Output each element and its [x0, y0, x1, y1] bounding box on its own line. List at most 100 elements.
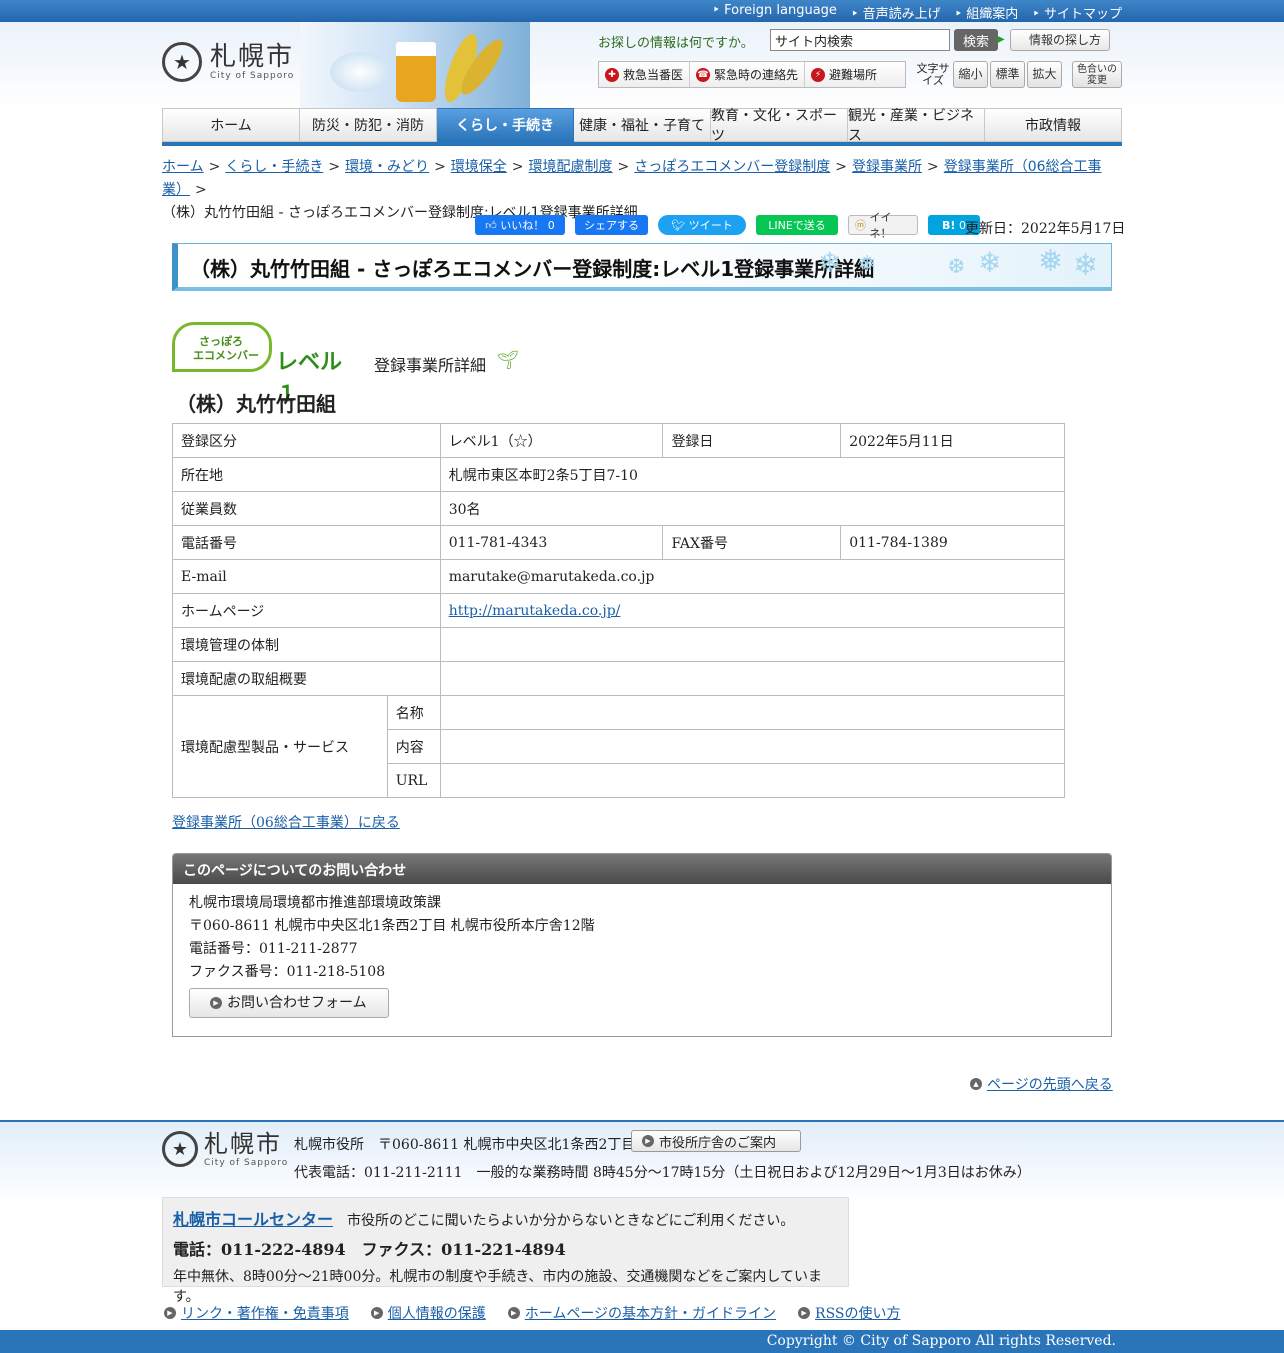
- search-howto-button[interactable]: 情報の探し方: [997, 29, 1111, 51]
- table-row: 環境配慮型製品・サービス 名称: [172, 695, 1066, 798]
- hatena-icon: B!: [942, 218, 956, 232]
- nav-education[interactable]: 教育・文化・スポーツ: [711, 108, 848, 144]
- address-label: 所在地: [172, 457, 441, 492]
- employees-value: 30名: [439, 491, 1066, 526]
- top-links: Foreign language 音声読み上げ 組織案内 サイトマップ: [712, 3, 1122, 22]
- line-share-button[interactable]: LINEで送る: [756, 215, 838, 235]
- phone-icon: ☎: [696, 67, 711, 82]
- color-change-button[interactable]: 色合いの変更: [1072, 61, 1122, 88]
- foreign-language-link[interactable]: Foreign language: [712, 3, 837, 22]
- phone-label: 電話番号: [172, 525, 441, 560]
- arrow-right-icon: ▶: [370, 1307, 383, 1319]
- breadcrumb-link[interactable]: ホーム: [162, 159, 204, 175]
- city-emblem-icon: ★: [162, 42, 202, 82]
- product-url-label: URL: [386, 763, 441, 798]
- sitemap-link[interactable]: サイトマップ: [1032, 3, 1122, 22]
- nav-tourism[interactable]: 観光・産業・ビジネス: [848, 108, 985, 144]
- snowflake-icon: ❅: [1038, 244, 1064, 279]
- reg-date-value: 2022年5月11日: [840, 423, 1065, 458]
- table-row: ホームページ http://marutakeda.co.jp/: [172, 593, 1066, 628]
- page-title-box: （株）丸竹竹田組 - さっぽろエコメンバー登録制度:レベル1登録事業所詳細 ❄ …: [172, 243, 1112, 291]
- page-top-link[interactable]: ▲ ページの先頭へ戻る: [970, 1074, 1113, 1094]
- font-small-button[interactable]: 縮小: [953, 61, 988, 88]
- nav-home[interactable]: ホーム: [162, 108, 300, 142]
- mixi-check-button[interactable]: ⓜ イイネ！: [848, 211, 918, 240]
- nav-disaster[interactable]: 防災・防犯・消防: [300, 108, 437, 142]
- breadcrumb-link[interactable]: くらし・手続き: [225, 159, 323, 175]
- snowflake-icon: ❄: [1073, 248, 1099, 283]
- footer-address: 札幌市役所 〒060-8611 札幌市中央区北1条西2丁目: [294, 1137, 636, 1153]
- footer-logo-kanji: 札幌市: [204, 1130, 282, 1158]
- font-normal-button[interactable]: 標準: [990, 61, 1025, 88]
- arrow-up-icon: ▲: [970, 1078, 982, 1090]
- footer-logo: ★ 札幌市 City of Sapporo: [162, 1130, 288, 1168]
- product-name-label: 名称: [386, 695, 441, 730]
- voice-reading-link[interactable]: 音声読み上げ: [851, 3, 941, 22]
- fax-label: FAX番号: [662, 525, 842, 560]
- footer-link-copyright[interactable]: リンク・著作権・免責事項: [181, 1303, 349, 1323]
- arrow-right-icon: ▶: [642, 1135, 654, 1147]
- tweet-button[interactable]: 🐦︎ ツイート: [658, 215, 746, 235]
- call-center-tel: 電話：011-222-4894 ファクス：011-221-4894: [173, 1240, 566, 1259]
- footer-link-privacy[interactable]: 個人情報の保護: [388, 1303, 486, 1323]
- emergency-contact-link[interactable]: ☎ 緊急時の連絡先: [690, 62, 806, 87]
- search-button[interactable]: 検索: [954, 29, 998, 51]
- product-name-value: [439, 695, 1066, 730]
- mixi-icon: ⓜ: [855, 219, 866, 232]
- homepage-label: ホームページ: [172, 593, 441, 628]
- thumbs-up-icon: 👍︎: [485, 218, 497, 232]
- contact-dept: 札幌市環境局環境都市推進部環境政策課: [189, 895, 441, 911]
- table-row: 登録区分 レベル1（☆） 登録日 2022年5月11日: [172, 423, 1065, 458]
- email-value: marutake@marutakeda.co.jp: [439, 559, 1066, 594]
- product-url-value: [439, 763, 1066, 798]
- copyright: Copyright © City of Sapporo All rights R…: [0, 1330, 1284, 1353]
- breadcrumb-link[interactable]: 登録事業所: [852, 159, 922, 175]
- evacuation-site-link[interactable]: ⚡ 避難場所: [805, 62, 883, 87]
- nav-health[interactable]: 健康・福祉・子育て: [574, 108, 711, 142]
- contact-heading: このページについてのお問い合わせ: [173, 854, 1111, 884]
- organization-link[interactable]: 組織案内: [955, 3, 1018, 22]
- email-label: E-mail: [172, 559, 441, 594]
- breadcrumb-link[interactable]: 環境保全: [451, 159, 507, 175]
- breadcrumb-link[interactable]: さっぽろエコメンバー登録制度: [634, 159, 830, 175]
- city-hall-guide-button[interactable]: ▶ 市役所庁舎のご案内: [631, 1130, 801, 1152]
- footer-hours: 代表電話：011-211-2111 一般的な業務時間 8時45分～17時15分（…: [294, 1165, 1031, 1181]
- product-label: 環境配慮型製品・サービス: [172, 695, 388, 798]
- logo-kanji: 札幌市: [210, 42, 295, 72]
- nav-city-info[interactable]: 市政情報: [985, 108, 1122, 142]
- eco-member-badge: さっぽろ エコメンバー: [172, 322, 272, 372]
- breadcrumb-link[interactable]: 環境配慮制度: [529, 159, 613, 175]
- arrow-right-icon: ▶: [210, 997, 222, 1009]
- call-center-link[interactable]: 札幌市コールセンター: [173, 1210, 333, 1229]
- homepage-link[interactable]: http://marutakeda.co.jp/: [449, 603, 621, 619]
- search-input[interactable]: [770, 29, 950, 51]
- snowflake-icon: ❆: [948, 254, 965, 278]
- arrow-right-icon: ▶: [798, 1307, 811, 1319]
- env-system-label: 環境管理の体制: [172, 627, 441, 662]
- eco-member-level-logo: さっぽろ エコメンバー レベル１: [172, 322, 352, 407]
- nav-living[interactable]: くらし・手続き: [437, 108, 574, 142]
- facebook-share-button[interactable]: シェアする: [575, 215, 648, 235]
- page-title: （株）丸竹竹田組 - さっぽろエコメンバー登録制度:レベル1登録事業所詳細: [190, 257, 875, 281]
- call-center-box: 札幌市コールセンター 市役所のどこに聞いたらよいか分からないときなどにご利用くださ…: [162, 1197, 849, 1305]
- facebook-like-button[interactable]: 👍︎ いいね！ 0: [475, 215, 565, 235]
- ambulance-icon: ✚: [605, 67, 619, 82]
- contact-phone: 電話番号：011-211-2877: [189, 941, 358, 957]
- emergency-doctor-link[interactable]: ✚ 救急当番医: [599, 62, 691, 87]
- footer-link-rss[interactable]: RSSの使い方: [815, 1303, 900, 1323]
- breadcrumb-link[interactable]: 環境・みどり: [345, 159, 429, 175]
- emergency-links: ✚ 救急当番医 ☎ 緊急時の連絡先 ⚡ 避難場所: [598, 61, 906, 88]
- table-row: 従業員数 30名: [172, 491, 1066, 526]
- contact-form-button[interactable]: ▶ お問い合わせフォーム: [189, 988, 389, 1018]
- footer-link-guideline[interactable]: ホームページの基本方針・ガイドライン: [525, 1303, 776, 1323]
- arrow-right-icon: ▶: [164, 1307, 176, 1319]
- font-large-button[interactable]: 拡大: [1027, 61, 1062, 88]
- site-logo[interactable]: ★ 札幌市 City of Sapporo: [162, 42, 294, 82]
- env-summary-label: 環境配慮の取組概要: [172, 661, 441, 696]
- snowflake-icon: ❄: [818, 246, 842, 279]
- logo-english: City of Sapporo: [210, 71, 295, 81]
- footer-links: ▶ リンク・著作権・免責事項 ▶ 個人情報の保護 ▶ ホームページの基本方針・ガイドラ…: [164, 1303, 901, 1323]
- top-bar: Foreign language 音声読み上げ 組織案内 サイトマップ: [0, 0, 1284, 22]
- footer-logo-english: City of Sapporo: [204, 1158, 289, 1168]
- back-to-list-link[interactable]: 登録事業所（06総合工事業）に戻る: [172, 812, 400, 832]
